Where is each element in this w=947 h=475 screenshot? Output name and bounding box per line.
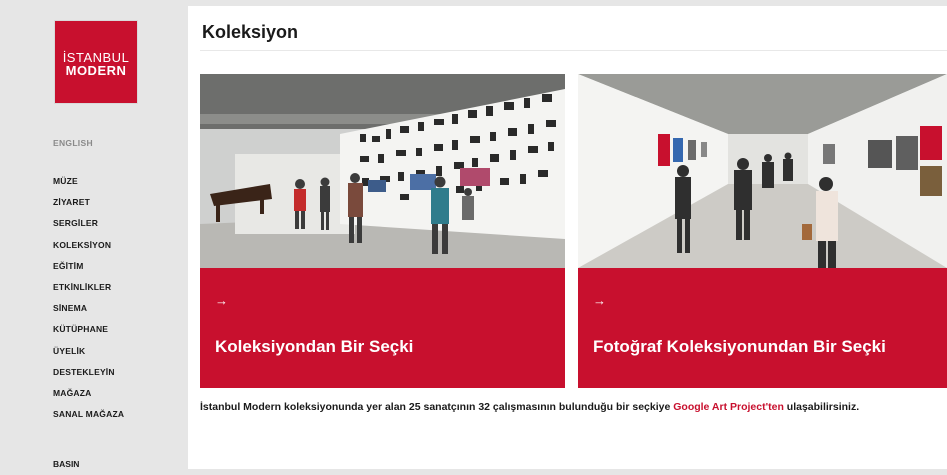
description-text: İstanbul Modern koleksiyonunda yer alan … bbox=[200, 401, 674, 413]
title-divider bbox=[200, 50, 947, 51]
nav-item-sanal-magaza[interactable]: SANAL MAĞAZA bbox=[53, 409, 124, 430]
sidebar: İSTANBUL MODERN ENGLISH MÜZE ZİYARET SER… bbox=[0, 0, 188, 475]
description-suffix: ulaşabilirsiniz. bbox=[783, 401, 860, 413]
nav-item-basin[interactable]: BASIN bbox=[53, 459, 79, 469]
main-content: Koleksiyon → Koleksiyondan Bir Seçki → F… bbox=[188, 6, 947, 469]
card-title: Fotoğraf Koleksiyonundan Bir Seçki bbox=[593, 337, 886, 356]
nav-item-koleksiyon[interactable]: KOLEKSİYON bbox=[53, 240, 124, 261]
nav-item-egitim[interactable]: EĞİTİM bbox=[53, 261, 124, 282]
card-koleksiyondan-bir-secki[interactable]: → Koleksiyondan Bir Seçki bbox=[200, 74, 565, 388]
card-red-panel: → Fotoğraf Koleksiyonundan Bir Seçki bbox=[578, 268, 947, 388]
google-art-project-link[interactable]: Google Art Project'ten bbox=[673, 401, 784, 413]
nav-item-ziyaret[interactable]: ZİYARET bbox=[53, 197, 124, 218]
gallery-corridor-photo-graphic bbox=[578, 74, 947, 268]
main-nav: MÜZE ZİYARET SERGİLER KOLEKSİYON EĞİTİM … bbox=[53, 176, 124, 430]
card-fotograf-koleksiyonundan-bir-secki[interactable]: → Fotoğraf Koleksiyonundan Bir Seçki bbox=[578, 74, 947, 388]
nav-item-muze[interactable]: MÜZE bbox=[53, 176, 124, 197]
card-red-panel: → Koleksiyondan Bir Seçki bbox=[200, 268, 565, 388]
gallery-corridor-photo bbox=[578, 74, 947, 268]
nav-item-uyelik[interactable]: ÜYELİK bbox=[53, 346, 124, 367]
language-link-english[interactable]: ENGLISH bbox=[53, 138, 93, 148]
nav-item-destekleyin[interactable]: DESTEKLEYİN bbox=[53, 367, 124, 388]
nav-item-kutuphane[interactable]: KÜTÜPHANE bbox=[53, 324, 124, 345]
logo-line-2: MODERN bbox=[65, 63, 127, 78]
nav-item-magaza[interactable]: MAĞAZA bbox=[53, 388, 124, 409]
arrow-right-icon: → bbox=[593, 293, 606, 308]
istanbul-modern-logo[interactable]: İSTANBUL MODERN bbox=[55, 21, 137, 103]
card-title: Koleksiyondan Bir Seçki bbox=[215, 337, 414, 356]
arrow-right-icon: → bbox=[215, 293, 228, 308]
page-title: Koleksiyon bbox=[202, 22, 299, 42]
nav-item-etkinlikler[interactable]: ETKİNLİKLER bbox=[53, 282, 124, 303]
gallery-wall-photo-graphic bbox=[200, 74, 565, 268]
nav-item-sinema[interactable]: SİNEMA bbox=[53, 303, 124, 324]
nav-item-sergiler[interactable]: SERGİLER bbox=[53, 218, 124, 239]
collection-description: İstanbul Modern koleksiyonunda yer alan … bbox=[200, 401, 910, 414]
gallery-wall-photo bbox=[200, 74, 565, 268]
